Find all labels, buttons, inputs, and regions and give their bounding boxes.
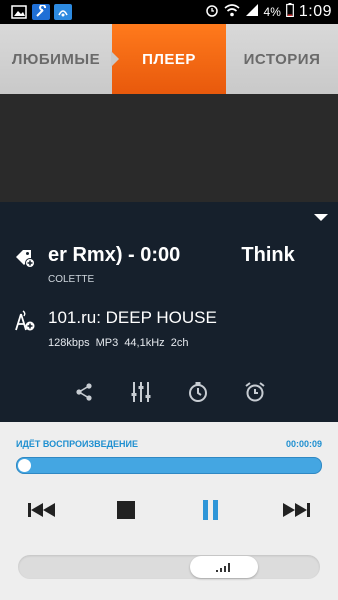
now-playing-panel: er Rmx) - 0:00 Think COLETTE 101.ru: DEE… bbox=[0, 202, 338, 422]
collapse-arrow-icon[interactable] bbox=[314, 214, 328, 221]
tab-history[interactable]: ИСТОРИЯ bbox=[226, 24, 338, 94]
alarm-clock-icon[interactable] bbox=[241, 378, 269, 406]
signal-icon bbox=[245, 3, 259, 22]
tab-bar: ЛЮБИМЫЕ ПЛЕЕР ИСТОРИЯ bbox=[0, 24, 338, 94]
battery-icon bbox=[285, 2, 294, 22]
volume-level-icon bbox=[216, 563, 230, 572]
stop-icon bbox=[117, 501, 135, 519]
status-bar: 4% 1:09 bbox=[0, 0, 338, 24]
battery-percent: 4% bbox=[263, 5, 281, 19]
equalizer-icon[interactable] bbox=[127, 378, 155, 406]
pause-icon bbox=[203, 500, 218, 520]
action-row bbox=[0, 378, 338, 408]
station-name: 101.ru: DEEP HOUSE bbox=[48, 308, 217, 327]
share-icon[interactable] bbox=[70, 378, 98, 406]
track-artist: COLETTE bbox=[48, 274, 95, 285]
stop-button[interactable] bbox=[108, 495, 144, 525]
next-icon bbox=[283, 503, 310, 517]
add-station-icon[interactable] bbox=[14, 308, 36, 337]
tab-player[interactable]: ПЛЕЕР bbox=[111, 24, 226, 94]
pause-button[interactable] bbox=[193, 495, 229, 525]
previous-icon bbox=[28, 503, 55, 517]
volume-knob[interactable] bbox=[190, 556, 258, 578]
tab-favorites[interactable]: ЛЮБИМЫЕ bbox=[0, 24, 112, 94]
tools-icon bbox=[32, 4, 50, 20]
track-title: er Rmx) - 0:00 Think bbox=[48, 244, 295, 266]
progress-bar[interactable] bbox=[16, 457, 322, 474]
gallery-icon bbox=[10, 4, 28, 20]
playback-status: ИДЁТ ВОСПРОИЗВЕДЕНИЕ bbox=[16, 439, 139, 449]
previous-button[interactable] bbox=[24, 495, 60, 525]
next-button[interactable] bbox=[278, 495, 314, 525]
sleep-timer-icon[interactable] bbox=[184, 378, 212, 406]
stream-info: 128kbps MP3 44,1kHz 2ch bbox=[48, 337, 189, 349]
volume-slider[interactable] bbox=[18, 555, 320, 579]
playback-controls-panel: ИДЁТ ВОСПРОИЗВЕДЕНИЕ 00:00:09 bbox=[0, 422, 338, 600]
clock: 1:09 bbox=[298, 3, 332, 20]
notification-icons bbox=[10, 4, 72, 20]
alarm-icon bbox=[205, 3, 219, 22]
elapsed-time: 00:00:09 bbox=[285, 439, 322, 449]
album-art-area bbox=[0, 94, 338, 202]
add-track-tag-icon[interactable] bbox=[14, 247, 36, 274]
app-icon bbox=[54, 4, 72, 20]
wifi-icon bbox=[223, 3, 240, 22]
progress-knob[interactable] bbox=[18, 459, 31, 472]
